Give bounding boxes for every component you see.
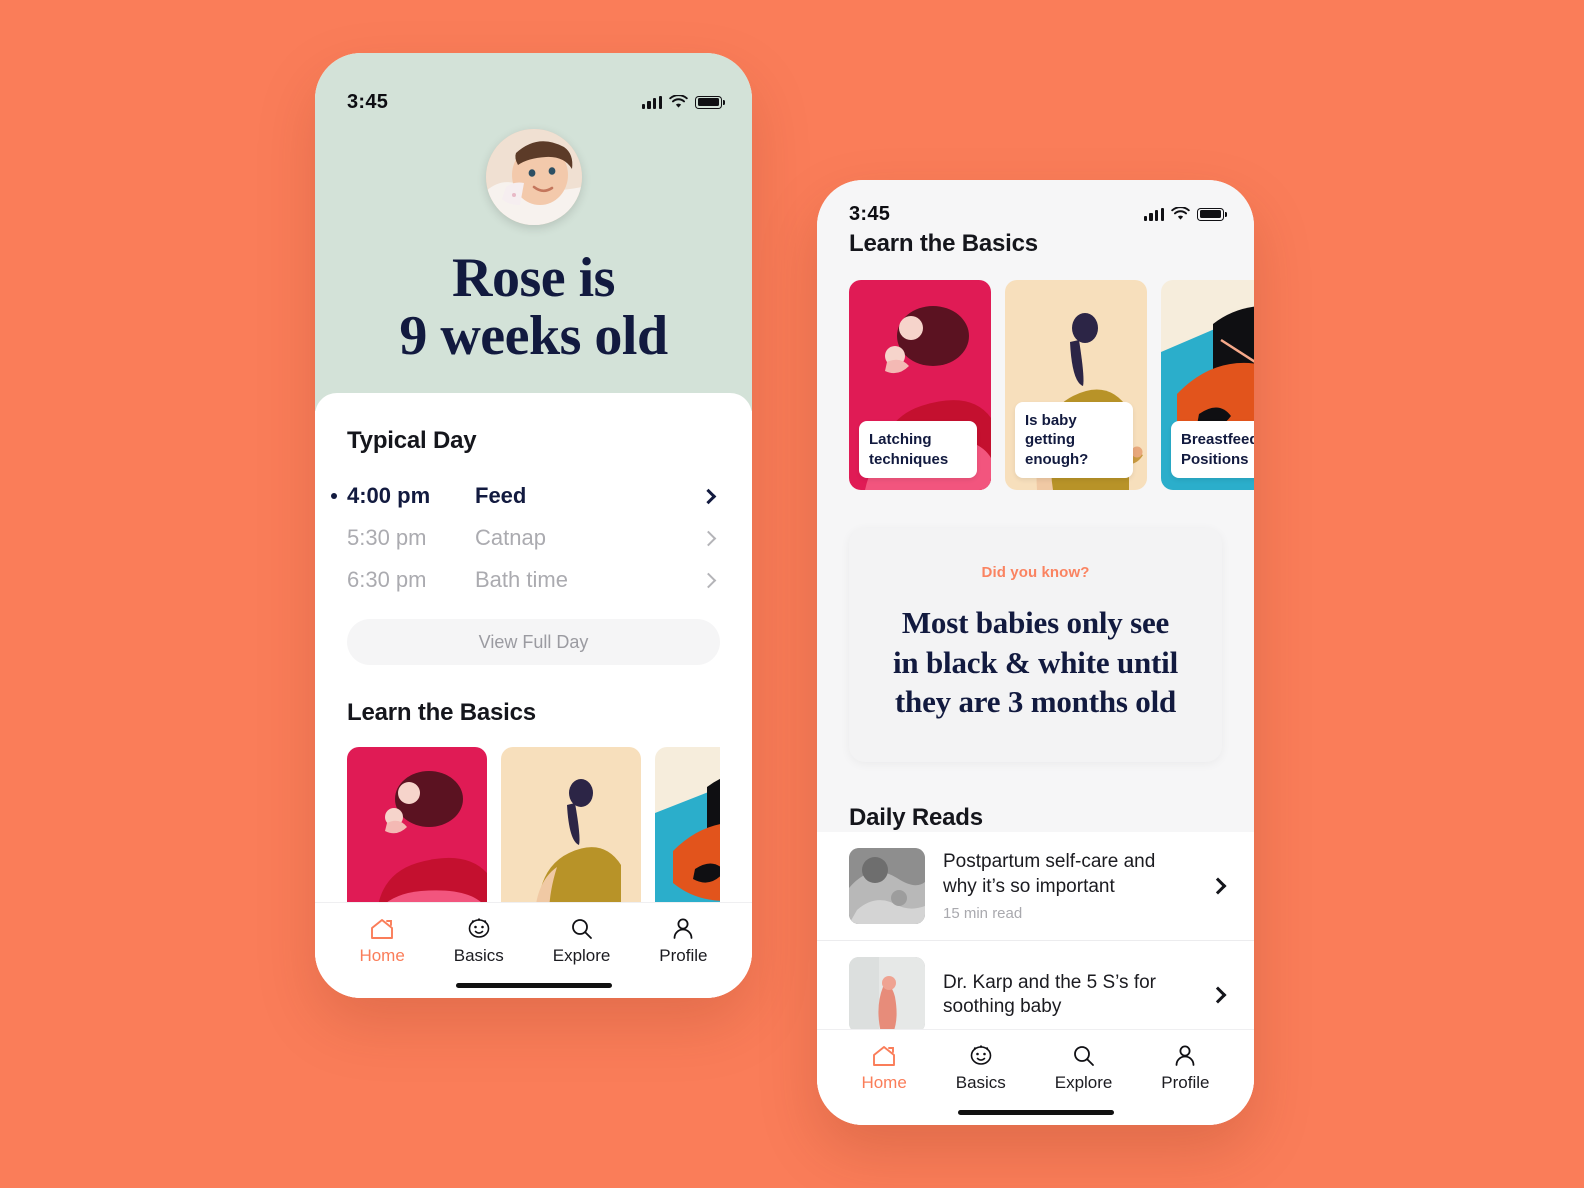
basics-card-breastfeeding-positions[interactable]: Breastfeeding Positions: [1161, 280, 1254, 490]
daily-read-row-postpartum[interactable]: Postpartum self-care and why it’s so imp…: [817, 832, 1254, 942]
avatar[interactable]: [485, 129, 582, 225]
home-indicator: [455, 983, 612, 988]
tab-label: Profile: [1161, 1073, 1210, 1092]
article-read-time: 15 min read: [943, 904, 1023, 922]
tab-profile[interactable]: Profile: [1161, 1044, 1209, 1093]
chevron-right-icon: [700, 572, 717, 589]
home-indicator: [957, 1110, 1114, 1115]
schedule-time: 4:00 pm: [347, 483, 431, 509]
chevron-right-icon: [700, 530, 717, 547]
did-you-know-card: Did you know? Most babies only see in bl…: [849, 528, 1222, 763]
house-icon: [371, 919, 394, 939]
baby-face-icon: [970, 1045, 992, 1065]
wifi-icon: [1171, 207, 1190, 220]
battery-icon: [1197, 207, 1227, 221]
tab-home[interactable]: Home: [359, 917, 405, 966]
did-you-know-kicker: Did you know?: [981, 564, 1090, 581]
tab-bar: Home Basics Explore Profile: [817, 1029, 1254, 1125]
basics-card-is-baby-getting-enough[interactable]: Is baby getting enough?: [1005, 280, 1147, 490]
basics-card-latching[interactable]: Latching techniques: [849, 280, 991, 490]
baby-face-icon: [468, 918, 490, 938]
tab-label: Explore: [1054, 1073, 1113, 1092]
schedule-time: 5:30 pm: [347, 525, 427, 551]
schedule-row-bath-time[interactable]: 6:30 pm Bath time: [347, 559, 720, 601]
status-icons: [641, 95, 725, 109]
fact-line-1: Most babies only see: [901, 605, 1170, 640]
status-bar: 3:45: [817, 180, 1254, 234]
status-icons: [1143, 207, 1227, 221]
schedule-label: Bath time: [475, 567, 568, 593]
article-thumbnail: [849, 848, 925, 925]
status-time: 3:45: [849, 202, 891, 225]
hero-title-line-2: 9 weeks old: [399, 305, 668, 368]
search-icon: [1073, 1046, 1094, 1066]
fact-line-3: they are 3 months old: [894, 684, 1177, 720]
tab-label: Basics: [955, 1073, 1006, 1092]
cellular-signal-icon: [1143, 207, 1164, 221]
basics-card-label: Latching techniques: [859, 421, 977, 478]
tab-label: Home: [359, 946, 405, 965]
tab-basics[interactable]: Basics: [956, 1044, 1006, 1093]
person-icon: [1175, 1045, 1195, 1066]
schedule-row-catnap[interactable]: 5:30 pm Catnap: [347, 517, 720, 559]
chevron-right-icon: [1209, 986, 1227, 1004]
tab-bar: Home Basics Explore Profile: [315, 902, 752, 998]
tab-explore[interactable]: Explore: [552, 917, 611, 966]
page-title: Rose is 9 weeks old: [315, 247, 752, 368]
article-title: Dr. Karp and the 5 S’s for soothing baby: [943, 971, 1156, 1018]
tab-label: Explore: [552, 946, 611, 965]
home-hero: 3:45 Rose is 9 weeks old: [315, 53, 752, 412]
phone-basics-screen: 3:45 Learn the Basics Latching technique…: [817, 180, 1254, 1125]
basics-card-rail[interactable]: Latching techniques Is baby getting enou…: [817, 258, 1254, 490]
phone-home-screen: 3:45 Rose is 9 weeks old Typical Day 4:0…: [315, 53, 752, 998]
tab-label: Basics: [453, 946, 504, 965]
schedule-label: Catnap: [475, 525, 546, 551]
tab-profile[interactable]: Profile: [659, 917, 707, 966]
article-thumbnail: [849, 957, 925, 1034]
cellular-signal-icon: [641, 95, 662, 109]
chevron-right-icon: [1209, 877, 1227, 895]
typical-day-title: Typical Day: [347, 427, 477, 455]
wifi-icon: [669, 95, 688, 108]
did-you-know-text: Most babies only see in black & white un…: [875, 603, 1196, 722]
tab-basics[interactable]: Basics: [454, 917, 504, 966]
house-icon: [873, 1046, 896, 1066]
page-title: Learn the Basics: [849, 230, 1038, 257]
view-full-day-button[interactable]: View Full Day: [347, 619, 720, 666]
battery-icon: [695, 95, 725, 109]
tab-explore[interactable]: Explore: [1054, 1044, 1113, 1093]
tab-home[interactable]: Home: [861, 1044, 907, 1093]
hero-title-line-1: Rose is: [452, 247, 615, 309]
fact-line-2: in black & white until: [893, 644, 1178, 680]
status-time: 3:45: [347, 90, 389, 113]
schedule-time: 6:30 pm: [347, 567, 427, 593]
schedule-label: Feed: [475, 483, 527, 509]
basics-card-label: Is baby getting enough?: [1015, 401, 1133, 478]
learn-the-basics-title: Learn the Basics: [347, 699, 536, 727]
status-bar: 3:45: [315, 75, 752, 129]
article-title: Postpartum self-care and why it’s so imp…: [943, 851, 1156, 897]
daily-reads-title: Daily Reads: [849, 804, 983, 832]
tab-label: Profile: [659, 946, 708, 965]
chevron-right-icon: [700, 488, 717, 505]
search-icon: [571, 919, 592, 939]
tab-label: Home: [861, 1073, 907, 1092]
typical-day-schedule: 4:00 pm Feed 5:30 pm Catnap 6:30 pm Bath…: [331, 475, 720, 601]
person-icon: [673, 918, 693, 939]
basics-card-label: Breastfeeding Positions: [1171, 421, 1254, 478]
schedule-row-feed[interactable]: 4:00 pm Feed: [331, 475, 720, 517]
current-event-dot: [331, 493, 337, 500]
